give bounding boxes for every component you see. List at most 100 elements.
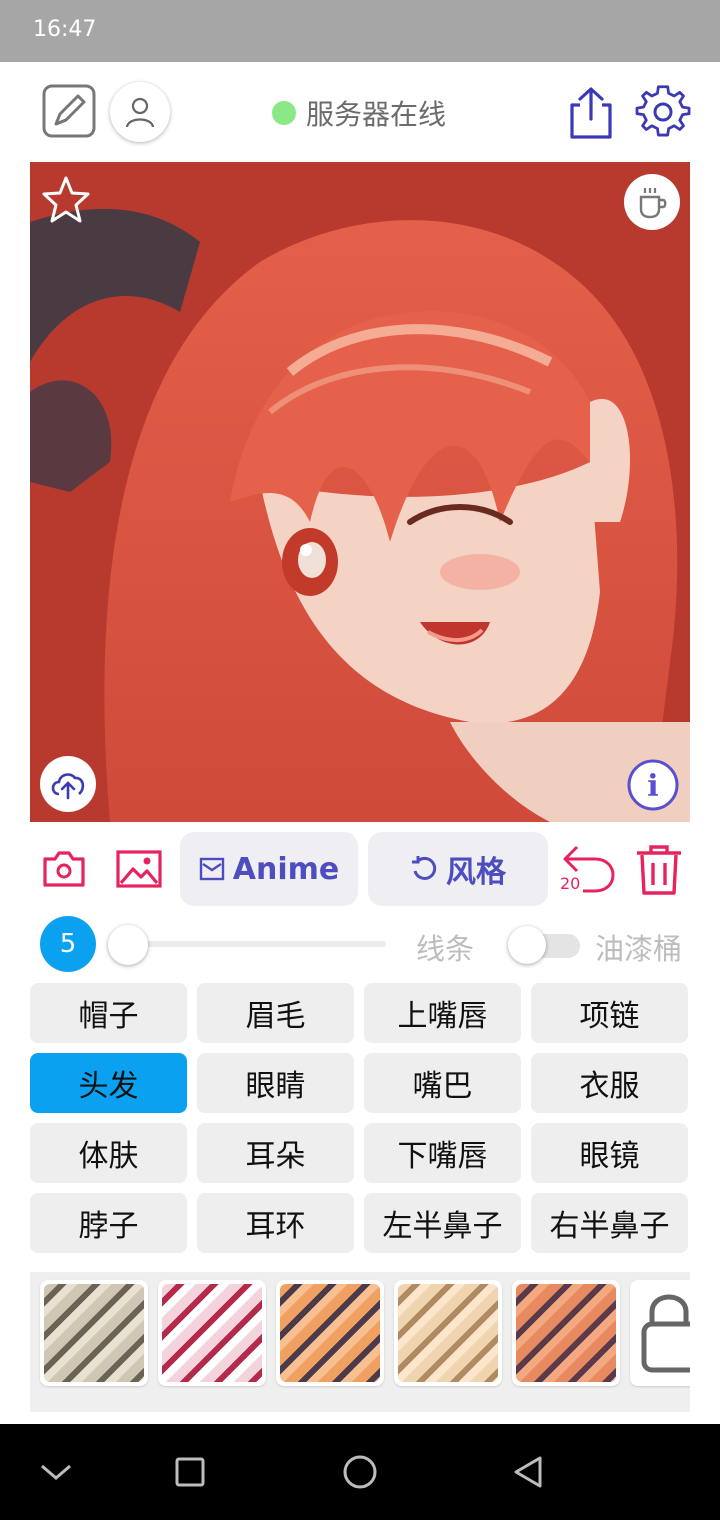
part-chip-hat[interactable]: 帽子 xyxy=(30,983,187,1043)
locked-swatch[interactable] xyxy=(630,1280,690,1386)
chip-label: 眼睛 xyxy=(245,1069,306,1104)
chip-label: 右半鼻子 xyxy=(549,1209,670,1244)
chip-label: 帽子 xyxy=(78,999,139,1034)
chip-label: 耳朵 xyxy=(245,1139,306,1174)
part-chip-lower-lip[interactable]: 下嘴唇 xyxy=(364,1123,521,1183)
system-nav-bar xyxy=(0,1424,720,1520)
upload-button[interactable] xyxy=(40,756,96,812)
undo-count: 20 xyxy=(560,874,581,893)
swatch-fill xyxy=(162,1284,262,1382)
trash-icon xyxy=(637,845,681,895)
server-status: 服务器在线 xyxy=(272,97,446,131)
home-icon xyxy=(343,1455,377,1489)
swatch-fill xyxy=(280,1284,380,1382)
brush-size-track[interactable] xyxy=(110,941,386,947)
part-chip-ears[interactable]: 耳朵 xyxy=(197,1123,354,1183)
chip-label: 头发 xyxy=(78,1069,139,1104)
chip-label: 上嘴唇 xyxy=(397,999,488,1034)
info-button[interactable]: i xyxy=(626,758,680,816)
settings-button[interactable] xyxy=(634,84,692,142)
star-icon xyxy=(42,176,90,223)
recent-apps-icon xyxy=(175,1457,205,1487)
status-bar: 16:47 xyxy=(0,0,720,62)
top-bar: 服务器在线 xyxy=(0,62,720,162)
texture-swatch[interactable] xyxy=(276,1280,384,1386)
part-chip-eyes[interactable]: 眼睛 xyxy=(197,1053,354,1113)
chip-label: 耳环 xyxy=(245,1209,306,1244)
camera-icon xyxy=(43,851,85,887)
refresh-icon xyxy=(412,856,437,880)
swatch-fill xyxy=(398,1284,498,1382)
part-chip-glasses[interactable]: 眼镜 xyxy=(531,1123,688,1183)
texture-swatch[interactable] xyxy=(40,1280,148,1386)
anime-portrait-image xyxy=(30,162,690,822)
user-icon xyxy=(125,97,155,128)
info-icon: i xyxy=(627,759,679,811)
nav-home-button[interactable] xyxy=(340,1452,380,1492)
anime-button-label: Anime xyxy=(232,851,340,887)
status-dot xyxy=(272,101,296,125)
swatch-fill xyxy=(44,1284,144,1382)
share-icon xyxy=(570,87,612,139)
part-chip-left-nose[interactable]: 左半鼻子 xyxy=(364,1193,521,1253)
nav-collapse-button[interactable] xyxy=(36,1452,76,1492)
style-button-label: 风格 xyxy=(446,855,506,890)
chip-label: 体肤 xyxy=(78,1139,139,1174)
camera-button[interactable] xyxy=(40,848,88,890)
chip-label: 眼镜 xyxy=(579,1139,640,1174)
part-chip-necklace[interactable]: 项链 xyxy=(531,983,688,1043)
paint-bucket-toggle[interactable] xyxy=(508,926,580,964)
texture-swatch[interactable] xyxy=(394,1280,502,1386)
gallery-button[interactable] xyxy=(114,848,164,890)
texture-swatch[interactable] xyxy=(512,1280,620,1386)
line-label: 线条 xyxy=(416,932,475,966)
settings-icon xyxy=(635,85,691,137)
brush-size-thumb[interactable] xyxy=(108,925,148,965)
chevron-down-icon xyxy=(41,1464,71,1480)
favorite-button[interactable] xyxy=(40,174,92,230)
undo-button[interactable]: 20 xyxy=(558,842,618,896)
image-icon xyxy=(116,850,162,888)
part-chip-clothes[interactable]: 衣服 xyxy=(531,1053,688,1113)
texture-swatch-strip xyxy=(30,1272,690,1412)
edit-button[interactable] xyxy=(40,82,98,140)
upload-cloud-icon xyxy=(51,773,85,800)
style-button[interactable]: 风格 xyxy=(368,832,548,906)
coffee-icon xyxy=(639,188,667,219)
drawing-canvas[interactable]: i xyxy=(30,162,690,822)
chip-label: 衣服 xyxy=(579,1069,640,1104)
coffee-button[interactable] xyxy=(624,174,680,230)
user-button[interactable] xyxy=(110,82,170,142)
texture-swatch[interactable] xyxy=(158,1280,266,1386)
svg-text:i: i xyxy=(647,769,658,804)
status-time: 16:47 xyxy=(33,17,97,42)
part-chip-neck[interactable]: 脖子 xyxy=(30,1193,187,1253)
part-chip-upper-lip[interactable]: 上嘴唇 xyxy=(364,983,521,1043)
part-chip-skin[interactable]: 体肤 xyxy=(30,1123,187,1183)
edit-icon xyxy=(42,84,96,138)
part-chip-earrings[interactable]: 耳环 xyxy=(197,1193,354,1253)
part-chip-hair[interactable]: 头发 xyxy=(30,1053,187,1113)
tool-row: Anime 风格 20 xyxy=(0,832,720,908)
part-chip-right-nose[interactable]: 右半鼻子 xyxy=(531,1193,688,1253)
chip-label: 下嘴唇 xyxy=(397,1139,488,1174)
chip-label: 脖子 xyxy=(78,1209,139,1244)
brush-size-badge: 5 xyxy=(40,916,96,972)
swatch-fill xyxy=(516,1284,616,1382)
server-status-label: 服务器在线 xyxy=(306,98,447,131)
chip-label: 眉毛 xyxy=(245,999,306,1034)
back-icon xyxy=(514,1456,542,1488)
anime-button[interactable]: Anime xyxy=(180,832,358,906)
delete-button[interactable] xyxy=(632,842,686,898)
part-chip-eyebrows[interactable]: 眉毛 xyxy=(197,983,354,1043)
share-button[interactable] xyxy=(564,84,618,142)
lock-icon xyxy=(641,1294,690,1373)
nav-back-button[interactable] xyxy=(508,1452,548,1492)
chip-label: 嘴巴 xyxy=(412,1069,473,1104)
mail-icon xyxy=(199,857,224,881)
part-chip-mouth[interactable]: 嘴巴 xyxy=(364,1053,521,1113)
toggle-knob xyxy=(508,926,546,964)
paint-bucket-label: 油漆桶 xyxy=(595,932,683,966)
nav-recents-button[interactable] xyxy=(170,1452,210,1492)
brush-row: 5 线条 油漆桶 xyxy=(0,916,720,974)
